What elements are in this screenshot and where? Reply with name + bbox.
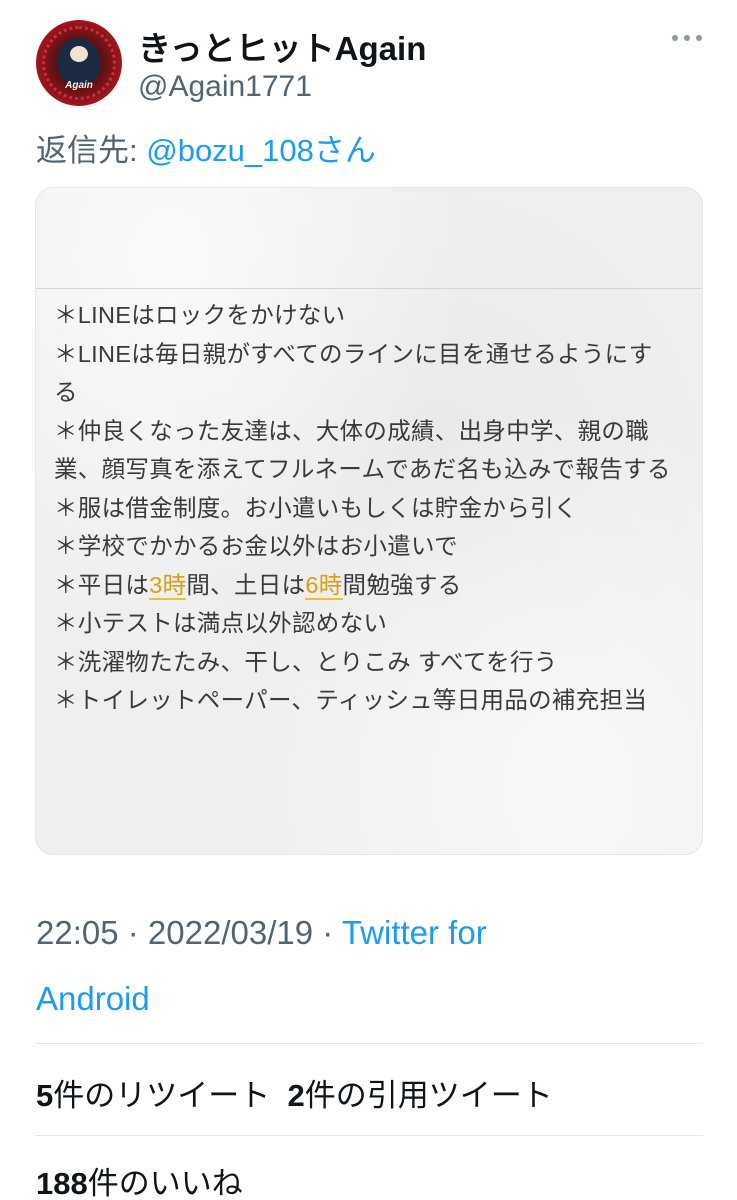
tweet-metadata: 22:05 · 2022/03/19 · Twitter for Android	[36, 914, 487, 1017]
note-text-segment: 間、土日は	[186, 571, 306, 598]
note-line: ＊トイレットペーパー、ティッシュ等日用品の補充担当	[54, 687, 648, 713]
tweet-source-link[interactable]: Twitter for	[342, 914, 487, 951]
note-text: ＊LINEはロックをかけない ＊LINEは毎日親がすべてのラインに目を通せるよう…	[54, 296, 694, 720]
dot	[672, 35, 678, 41]
user-handle[interactable]: @Again1771	[138, 70, 312, 104]
tweet-source-link-continued[interactable]: Android	[36, 980, 150, 1017]
likes-stat[interactable]: 188件のいいね	[36, 1158, 243, 1200]
note-divider	[36, 288, 702, 289]
tweet-date[interactable]: 2022/03/19	[148, 914, 313, 951]
note-line: ＊LINEはロックをかけない	[54, 302, 346, 328]
quotes-count: 2	[287, 1078, 305, 1113]
quotes-label: 件の引用ツイート	[304, 1078, 553, 1113]
reply-prefix: 返信先:	[36, 133, 147, 168]
tweet-time[interactable]: 22:05	[36, 914, 119, 951]
more-options-icon[interactable]	[672, 32, 702, 44]
note-line: る	[54, 379, 78, 405]
retweets-stat[interactable]: 5件のリツイート	[36, 1078, 270, 1113]
retweets-count: 5	[36, 1078, 54, 1113]
engagement-stats: 5件のリツイート 2件の引用ツイート	[36, 1070, 553, 1115]
likes-label: 件のいいね	[87, 1166, 243, 1200]
avatar-face	[70, 46, 88, 62]
retweets-label: 件のリツイート	[53, 1078, 271, 1113]
note-line: ＊洗濯物たたみ、干し、とりこみ すべてを行う	[54, 648, 558, 675]
note-text-segment: 間勉強する	[342, 571, 462, 598]
tweet-header: Again きっとヒットAgain @Again1771	[0, 0, 737, 120]
note-line: 業、顔写真を添えてフルネームであだ名も込みで報告する	[54, 456, 671, 482]
note-line: ＊LINEは毎日親がすべてのラインに目を通せるようにす	[54, 340, 653, 367]
divider	[35, 1135, 703, 1136]
divider	[35, 1043, 703, 1044]
note-line: ＊学校でかかるお金以外はお小遣いで	[54, 533, 458, 559]
reply-to: 返信先: @bozu_108さん	[36, 125, 376, 170]
dot	[684, 35, 690, 41]
note-line: ＊仲良くなった友達は、大体の成績、出身中学、親の職	[54, 417, 649, 444]
note-line-study-hours: ＊平日は3時間、土日は6時間勉強する	[54, 566, 694, 605]
likes-count: 188	[36, 1166, 88, 1200]
note-line: ＊服は借金制度。お小遣いもしくは貯金から引く	[54, 494, 578, 521]
highlighted-hours-weekend: 6時	[305, 571, 343, 600]
dot	[696, 35, 702, 41]
avatar[interactable]: Again	[36, 20, 122, 106]
highlighted-hours-weekday: 3時	[149, 571, 187, 600]
reply-mention-link[interactable]: @bozu_108さん	[146, 133, 376, 168]
avatar-label: Again	[65, 80, 93, 91]
tweet-image[interactable]: ＊LINEはロックをかけない ＊LINEは毎日親がすべてのラインに目を通せるよう…	[35, 187, 703, 855]
quotes-stat[interactable]: 2件の引用ツイート	[287, 1078, 552, 1113]
note-line: ＊小テストは満点以外認めない	[54, 610, 388, 636]
note-text-segment: ＊平日は	[54, 571, 150, 598]
display-name[interactable]: きっとヒットAgain	[138, 22, 426, 70]
